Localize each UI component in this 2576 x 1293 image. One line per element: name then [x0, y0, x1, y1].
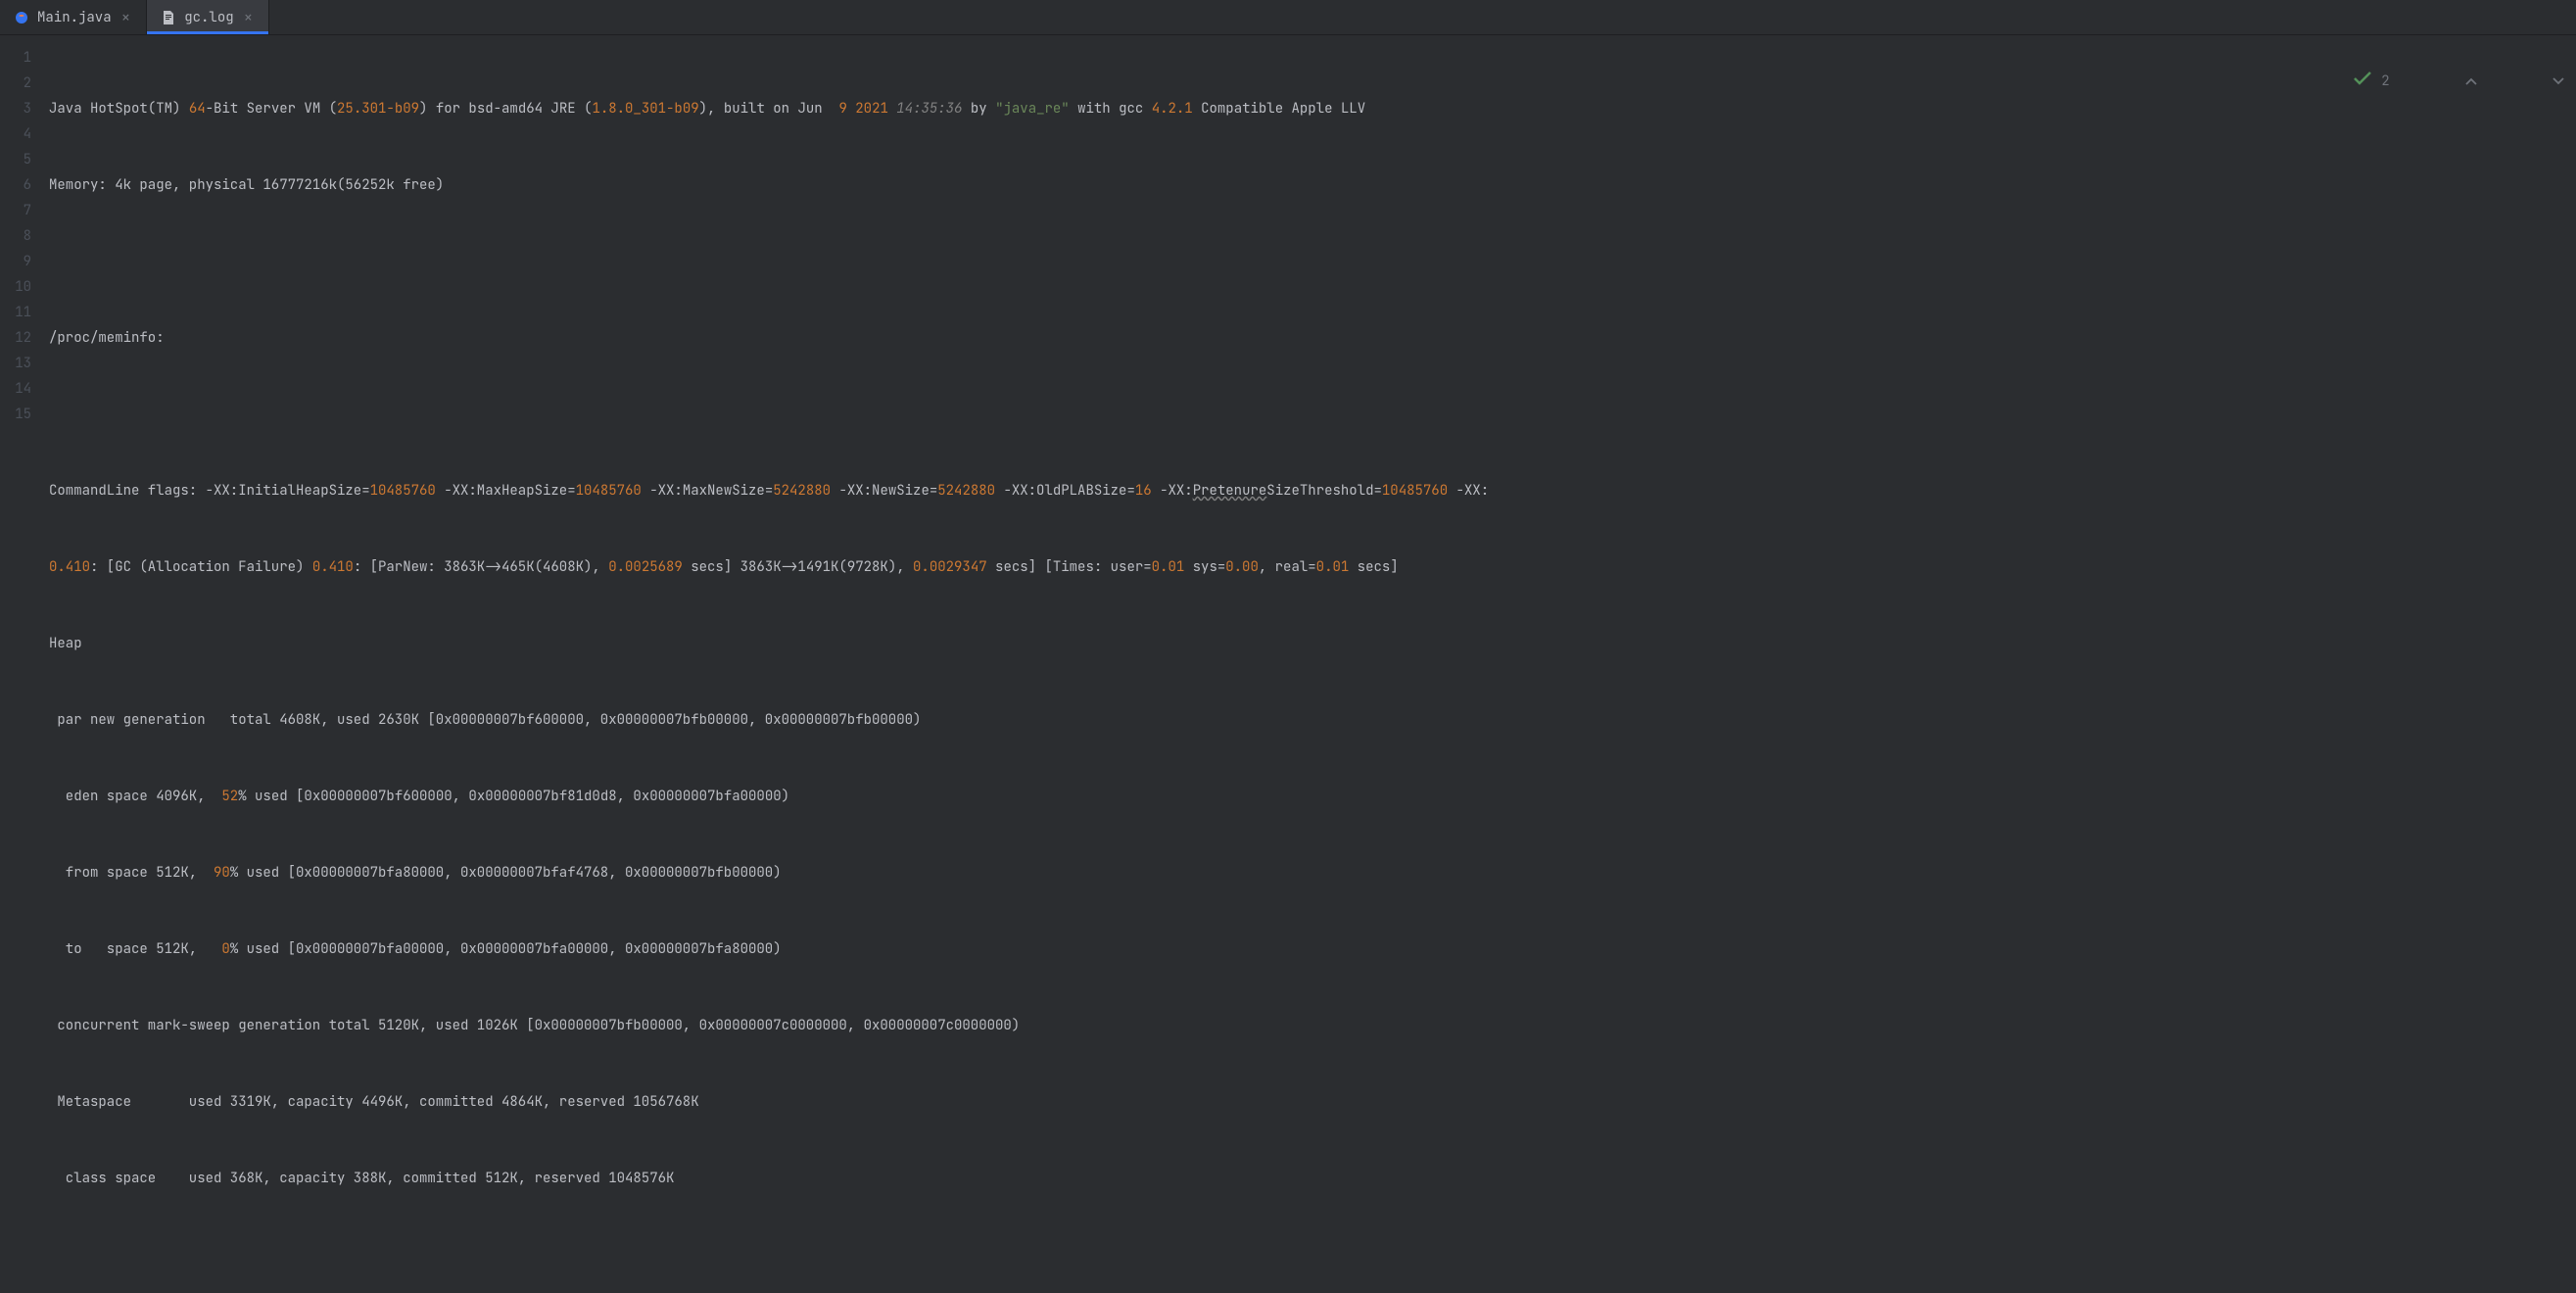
inspection-widget[interactable]: 2 [2288, 43, 2564, 120]
code-line [49, 249, 2576, 274]
line-number: 10 [0, 274, 31, 300]
code-line: class space used 368K, capacity 388K, co… [49, 1166, 2576, 1191]
file-icon [161, 10, 176, 25]
tab-label: gc.log [184, 9, 233, 26]
java-icon [14, 10, 29, 25]
code-line: CommandLine flags: -XX:InitialHeapSize=1… [49, 478, 2576, 503]
close-icon[interactable]: × [242, 10, 256, 25]
problem-count: 2 [2381, 69, 2389, 94]
tab-label: Main.java [37, 9, 112, 26]
code-line: par new generation total 4608K, used 263… [49, 707, 2576, 733]
line-number: 9 [0, 249, 31, 274]
line-number: 15 [0, 402, 31, 427]
line-number: 2 [0, 71, 31, 96]
code-line: to space 512K, 0% used [0x00000007bfa000… [49, 936, 2576, 962]
tab-gc-log[interactable]: gc.log × [147, 0, 269, 34]
line-number: 13 [0, 351, 31, 376]
line-number: 4 [0, 121, 31, 147]
code-line: /proc/meminfo: [49, 325, 2576, 351]
line-number: 8 [0, 223, 31, 249]
check-icon [2288, 43, 2371, 120]
line-number: 11 [0, 300, 31, 325]
code-line: Metaspace used 3319K, capacity 4496K, co… [49, 1089, 2576, 1115]
line-number: 6 [0, 172, 31, 198]
code-line: eden space 4096K, 52% used [0x00000007bf… [49, 784, 2576, 809]
line-number: 7 [0, 198, 31, 223]
code-area[interactable]: Java HotSpot(TM) 64-Bit Server VM (25.30… [49, 35, 2576, 1293]
line-number: 3 [0, 96, 31, 121]
tab-bar: Main.java × gc.log × [0, 0, 2576, 35]
code-line: concurrent mark-sweep generation total 5… [49, 1013, 2576, 1038]
line-number: 1 [0, 45, 31, 71]
close-icon[interactable]: × [119, 10, 133, 25]
editor: 1 2 3 4 5 6 7 8 9 10 11 12 13 14 15 Java… [0, 35, 2576, 1293]
code-line: Java HotSpot(TM) 64-Bit Server VM (25.30… [49, 96, 2576, 121]
line-gutter: 1 2 3 4 5 6 7 8 9 10 11 12 13 14 15 [0, 35, 49, 1293]
line-number: 14 [0, 376, 31, 402]
line-number: 5 [0, 147, 31, 172]
code-line: 0.410: [GC (Allocation Failure) 0.410: [… [49, 554, 2576, 580]
code-line: Heap [49, 631, 2576, 656]
line-number: 12 [0, 325, 31, 351]
code-line: Memory: 4k page, physical 16777216k(5625… [49, 172, 2576, 198]
chevron-up-icon[interactable] [2400, 43, 2477, 120]
code-line [49, 402, 2576, 427]
tab-main-java[interactable]: Main.java × [0, 0, 147, 34]
chevron-down-icon[interactable] [2487, 43, 2564, 120]
code-line: from space 512K, 90% used [0x00000007bfa… [49, 860, 2576, 886]
